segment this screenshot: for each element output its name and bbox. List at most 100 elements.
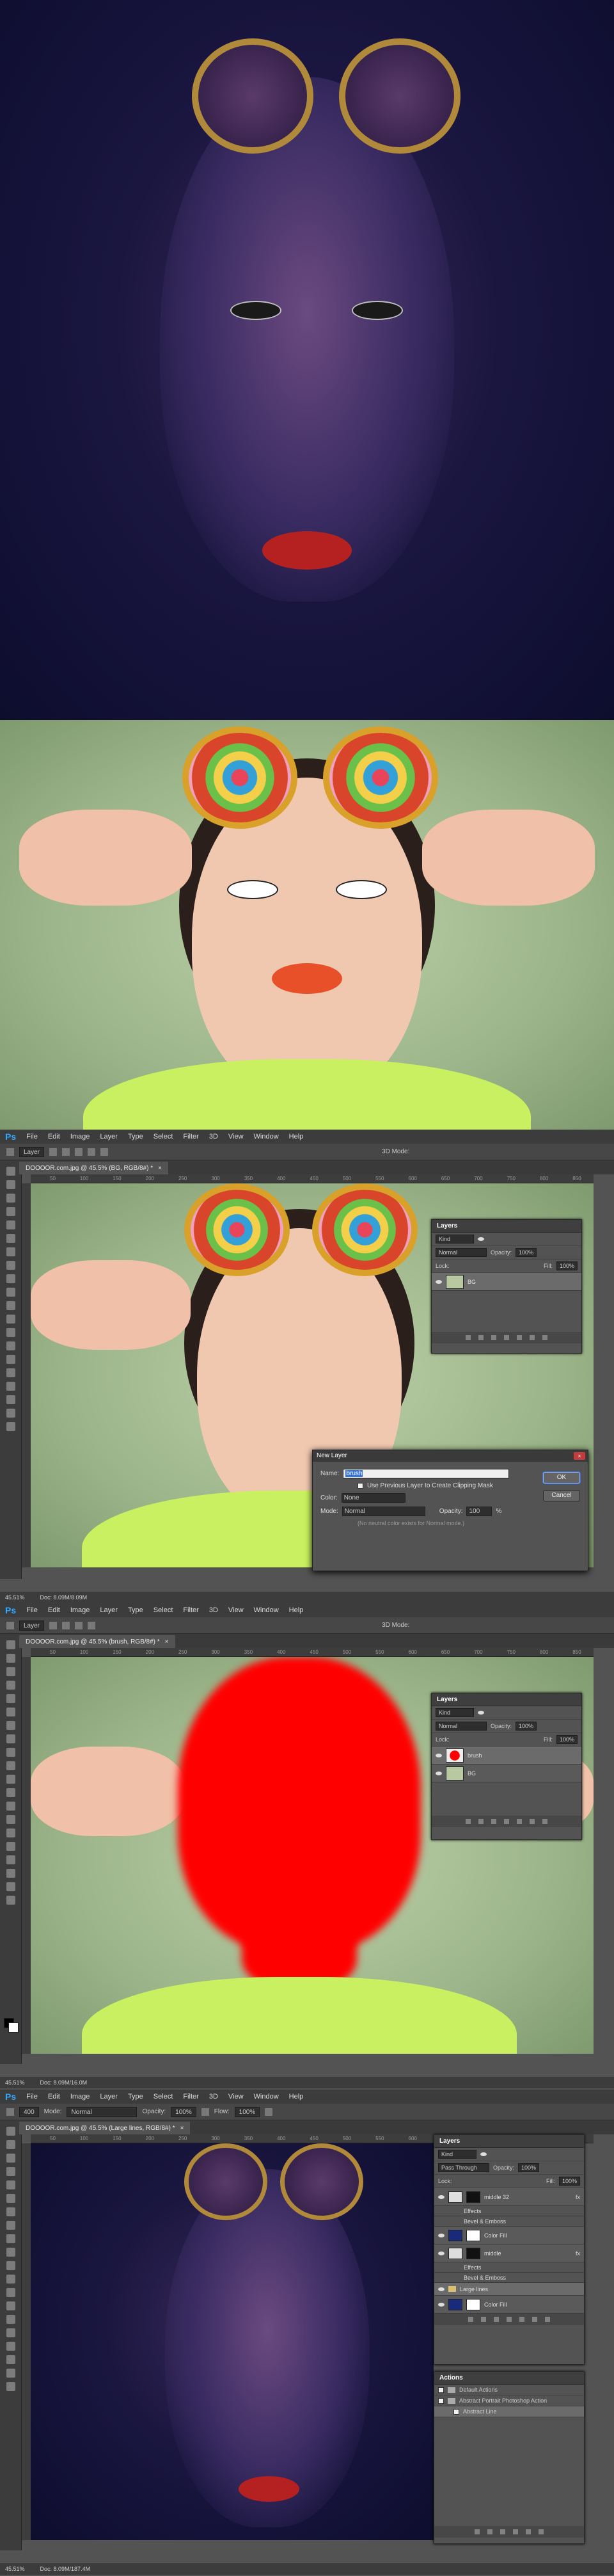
effects-row[interactable]: Effects <box>434 2262 584 2273</box>
fx-icon[interactable] <box>478 1335 484 1340</box>
crop-tool[interactable] <box>6 1220 15 1229</box>
toggle-checkbox[interactable] <box>438 2387 444 2393</box>
mask-icon[interactable] <box>494 2317 499 2322</box>
fx-icon[interactable] <box>481 2317 486 2322</box>
menu-filter[interactable]: Filter <box>183 2093 198 2100</box>
brush-tool-icon[interactable] <box>6 2108 14 2116</box>
shape-tool[interactable] <box>6 1395 15 1404</box>
menu-image[interactable]: Image <box>70 2093 90 2100</box>
document-tab[interactable]: DOOOOR.com.jpg @ 45.5% (Large lines, RGB… <box>19 2122 191 2134</box>
quick-select-tool[interactable] <box>6 1681 15 1690</box>
move-tool[interactable] <box>6 1640 15 1649</box>
eraser-tool[interactable] <box>6 1301 15 1310</box>
distribute-icon[interactable] <box>88 1621 96 1629</box>
align-icon[interactable] <box>49 1621 58 1629</box>
history-brush-tool[interactable] <box>6 2248 15 2257</box>
menu-help[interactable]: Help <box>289 1606 304 1614</box>
distribute-icon[interactable] <box>88 1148 96 1156</box>
folder-icon[interactable] <box>517 1335 522 1340</box>
document-tab[interactable]: DOOOOR.com.jpg @ 45.5% (brush, RGB/8#) *… <box>19 1635 175 1648</box>
actions-panel-tab[interactable]: Actions <box>434 2372 584 2385</box>
toggle-checkbox[interactable] <box>438 2397 444 2404</box>
hand-tool[interactable] <box>6 1882 15 1891</box>
history-brush-tool[interactable] <box>6 1761 15 1770</box>
eye-icon[interactable] <box>436 1753 442 1757</box>
menu-help[interactable]: Help <box>289 2093 304 2100</box>
layer-row-color-fill[interactable]: Color Fill <box>434 2227 584 2244</box>
healing-tool[interactable] <box>6 2207 15 2216</box>
menu-window[interactable]: Window <box>254 2093 279 2100</box>
menu-layer[interactable]: Layer <box>100 2093 118 2100</box>
dodge-tool[interactable] <box>6 2301 15 2310</box>
menu-select[interactable]: Select <box>154 1133 173 1140</box>
pressure-opacity-icon[interactable] <box>201 2108 209 2116</box>
layer-row-color-fill-2[interactable]: Color Fill <box>434 2296 584 2314</box>
record-icon[interactable] <box>487 2529 492 2534</box>
play-icon[interactable] <box>500 2529 505 2534</box>
bevel-emboss-row[interactable]: Bevel & Emboss <box>434 2273 584 2283</box>
close-icon[interactable]: × <box>574 1452 585 1460</box>
canvas[interactable] <box>31 2143 434 2540</box>
quick-select-tool[interactable] <box>6 2167 15 2176</box>
hand-tool[interactable] <box>6 1409 15 1418</box>
layer-row-bg[interactable]: BG <box>432 1273 581 1291</box>
menu-type[interactable]: Type <box>128 2093 143 2100</box>
flow-field[interactable]: 100% <box>234 2106 260 2117</box>
shape-tool[interactable] <box>6 1869 15 1878</box>
align-icon[interactable] <box>75 1148 83 1156</box>
layers-panel-tab[interactable]: Layers <box>432 1220 581 1233</box>
folder-icon[interactable] <box>519 2317 524 2322</box>
opacity-field[interactable]: 100% <box>516 1722 537 1731</box>
pen-tool[interactable] <box>6 1828 15 1837</box>
eye-icon[interactable] <box>438 2302 445 2307</box>
menu-view[interactable]: View <box>228 1606 244 1614</box>
mask-icon[interactable] <box>491 1335 496 1340</box>
action-set-abstract[interactable]: Abstract Portrait Photoshop Action <box>434 2396 584 2406</box>
brush-tool[interactable] <box>6 2221 15 2230</box>
menu-filter[interactable]: Filter <box>183 1606 198 1614</box>
adjustment-icon[interactable] <box>504 1335 509 1340</box>
new-layer-icon[interactable] <box>530 1335 535 1340</box>
layers-panel-tab[interactable]: Layers <box>434 2135 584 2148</box>
auto-select-dropdown[interactable]: Layer <box>19 1620 45 1631</box>
filter-icon[interactable] <box>480 2152 487 2156</box>
close-tab-icon[interactable]: × <box>165 1638 169 1645</box>
blur-tool[interactable] <box>6 1328 15 1337</box>
layer-row-middle-32[interactable]: middle 32 fx <box>434 2188 584 2206</box>
stamp-tool[interactable] <box>6 2234 15 2243</box>
distribute-icon[interactable] <box>100 1148 109 1156</box>
opacity-input[interactable]: 100 <box>466 1507 492 1516</box>
cancel-button[interactable]: Cancel <box>543 1490 580 1501</box>
new-layer-icon[interactable] <box>532 2317 537 2322</box>
mask-icon[interactable] <box>491 1819 496 1824</box>
clipping-mask-checkbox[interactable] <box>358 1483 363 1489</box>
blur-tool[interactable] <box>6 2288 15 2297</box>
menu-image[interactable]: Image <box>70 1606 90 1614</box>
layer-row-brush[interactable]: brush <box>432 1747 581 1764</box>
link-icon[interactable] <box>466 1819 471 1824</box>
menu-help[interactable]: Help <box>289 1133 304 1140</box>
align-icon[interactable] <box>49 1148 58 1156</box>
history-brush-tool[interactable] <box>6 1288 15 1297</box>
opacity-field[interactable]: 100% <box>518 2163 540 2172</box>
layer-filter[interactable]: Kind <box>436 1708 474 1717</box>
close-tab-icon[interactable]: × <box>158 1165 162 1172</box>
filter-icon[interactable] <box>478 1711 484 1715</box>
trash-icon[interactable] <box>545 2317 550 2322</box>
menu-window[interactable]: Window <box>254 1606 279 1614</box>
dodge-tool[interactable] <box>6 1815 15 1824</box>
filter-icon[interactable] <box>478 1237 484 1241</box>
opacity-field[interactable]: 100% <box>171 2106 196 2117</box>
blend-mode[interactable]: Normal <box>436 1248 487 1257</box>
move-tool[interactable] <box>6 2127 15 2136</box>
eye-icon[interactable] <box>438 2251 445 2255</box>
brush-tool[interactable] <box>6 1734 15 1743</box>
name-input[interactable]: brush <box>343 1469 510 1478</box>
color-select[interactable]: None <box>341 1493 405 1503</box>
lasso-tool[interactable] <box>6 2154 15 2163</box>
gradient-tool[interactable] <box>6 1315 15 1324</box>
healing-tool[interactable] <box>6 1721 15 1730</box>
trash-icon[interactable] <box>539 2529 544 2534</box>
move-tool-icon[interactable] <box>6 1621 14 1629</box>
menu-3d[interactable]: 3D <box>209 1133 218 1140</box>
